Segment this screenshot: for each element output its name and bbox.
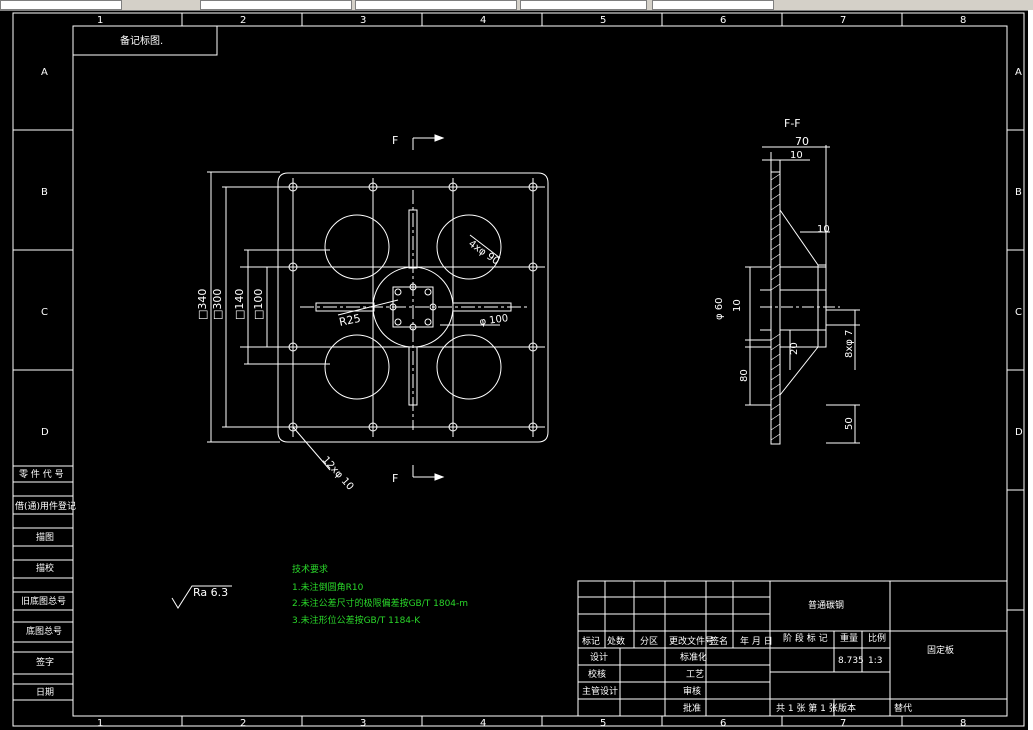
col-label-bottom-6: 6 xyxy=(720,718,726,729)
row-label-left-d: D xyxy=(41,427,49,438)
toolbar-combo-5[interactable] xyxy=(652,0,774,10)
tb-weight: 8.735 xyxy=(838,656,864,666)
row-label-left-b: B xyxy=(41,187,48,198)
strip-sign: 签字 xyxy=(36,656,54,668)
note-3: 3.未注形位公差按GB/T 1184-K xyxy=(292,614,421,626)
toolbar-combo-3[interactable] xyxy=(355,0,517,10)
tb-h-docno: 更改文件号 xyxy=(669,635,714,647)
tb-review: 审核 xyxy=(683,685,701,697)
tb-design: 设计 xyxy=(590,651,608,663)
tb-h-date: 年 月 日 xyxy=(740,635,773,647)
note-2: 2.未注公差尺寸的极限偏差按GB/T 1804-m xyxy=(292,597,468,609)
dim-100: □100 xyxy=(252,289,265,320)
corner-label: 备记标图. xyxy=(120,34,163,47)
toolbar-combo-4[interactable] xyxy=(520,0,647,10)
tb-stage: 阶 段 标 记 xyxy=(783,632,828,644)
row-label-right-b: B xyxy=(1015,187,1022,198)
col-label-bottom-5: 5 xyxy=(600,718,606,729)
inner-border xyxy=(72,25,1008,717)
row-label-right-c: C xyxy=(1015,307,1022,318)
col-label-bottom-1: 1 xyxy=(97,718,103,729)
tb-approve: 批准 xyxy=(683,702,701,714)
tb-scale: 1:3 xyxy=(868,656,882,666)
tb-standardize: 标准化 xyxy=(680,651,707,663)
tb-material: 普通碳钢 xyxy=(808,599,844,611)
dim-50: 50 xyxy=(844,417,855,430)
dim-10c: 10 xyxy=(732,299,743,312)
tb-h-mark: 标记 xyxy=(582,635,600,647)
col-label-top-7: 7 xyxy=(840,15,846,26)
col-label-bottom-2: 2 xyxy=(240,718,246,729)
row-label-left-c: C xyxy=(41,307,48,318)
tb-h-zone: 分区 xyxy=(640,636,658,647)
tb-scale-label: 比例 xyxy=(868,632,886,644)
row-label-right-d: D xyxy=(1015,427,1023,438)
vertical-scrollbar[interactable] xyxy=(1028,10,1033,730)
dim-d90: 4xφ 90 xyxy=(466,238,501,267)
dim-70: 70 xyxy=(795,135,809,148)
col-label-top-2: 2 xyxy=(240,15,246,26)
dim-20: 20 xyxy=(789,342,800,355)
col-label-top-4: 4 xyxy=(480,15,486,26)
dim-300: □300 xyxy=(211,289,224,320)
dim-8d7: 8xφ 7 xyxy=(844,330,855,358)
tb-h-sign: 签名 xyxy=(710,635,728,647)
col-label-top-3: 3 xyxy=(360,15,366,26)
section-view xyxy=(745,145,860,445)
row-label-left-a: A xyxy=(41,67,48,78)
dim-140: □140 xyxy=(233,289,246,320)
dim-d100: φ 100 xyxy=(479,313,509,328)
tb-weight-label: 重量 xyxy=(840,632,858,644)
outer-border xyxy=(12,12,1025,727)
dim-d60: φ 60 xyxy=(714,298,725,321)
strip-borrow: 借(通)用件登记 xyxy=(15,500,76,512)
strip-part-code: 零 件 代 号 xyxy=(19,468,64,480)
dim-10a: 10 xyxy=(790,150,803,161)
notes-title: 技术要求 xyxy=(292,563,328,575)
tb-replace: 替代 xyxy=(894,702,912,714)
toolbar-combo-1[interactable] xyxy=(0,0,122,10)
col-label-top-8: 8 xyxy=(960,15,966,26)
tb-process: 工艺 xyxy=(686,669,704,680)
roughness-value: Ra 6.3 xyxy=(193,586,228,599)
section-mark-bottom: F xyxy=(392,472,398,485)
strip-trace: 描图 xyxy=(36,531,54,543)
tb-sheets: 共 1 张 第 1 张 xyxy=(776,702,838,714)
dim-holes: 12xφ 10 xyxy=(320,455,356,493)
strip-base-no: 底图总号 xyxy=(26,625,62,637)
row-label-right-a: A xyxy=(1015,67,1022,78)
strip-old-base: 旧底图总号 xyxy=(21,595,66,607)
col-label-bottom-4: 4 xyxy=(480,718,486,729)
drawing-canvas[interactable]: 1 2 3 4 5 6 7 8 1 2 3 4 5 6 7 8 A B C D … xyxy=(0,10,1033,730)
col-label-bottom-8: 8 xyxy=(960,718,966,729)
col-label-bottom-3: 3 xyxy=(360,718,366,729)
dim-80: 80 xyxy=(739,369,750,382)
tb-part-name: 固定板 xyxy=(927,644,954,656)
strip-trace-check: 描校 xyxy=(36,562,54,574)
note-1: 1.未注倒圆角R10 xyxy=(292,581,364,593)
section-title: F-F xyxy=(784,117,801,130)
toolbar-combo-2[interactable] xyxy=(200,0,352,10)
zone-ticks xyxy=(13,13,1024,726)
strip-date: 日期 xyxy=(36,687,54,698)
col-label-bottom-7: 7 xyxy=(840,718,846,729)
tb-chief: 主管设计 xyxy=(582,685,618,697)
col-label-top-6: 6 xyxy=(720,15,726,26)
col-label-top-5: 5 xyxy=(600,15,606,26)
section-mark-top: F xyxy=(392,134,398,147)
tb-version: 版本 xyxy=(838,702,856,714)
dim-340: □340 xyxy=(196,289,209,320)
dim-10b: 10 xyxy=(817,224,830,235)
col-label-top-1: 1 xyxy=(97,15,103,26)
tb-h-count: 处数 xyxy=(607,635,625,647)
tb-check: 校核 xyxy=(588,668,606,680)
